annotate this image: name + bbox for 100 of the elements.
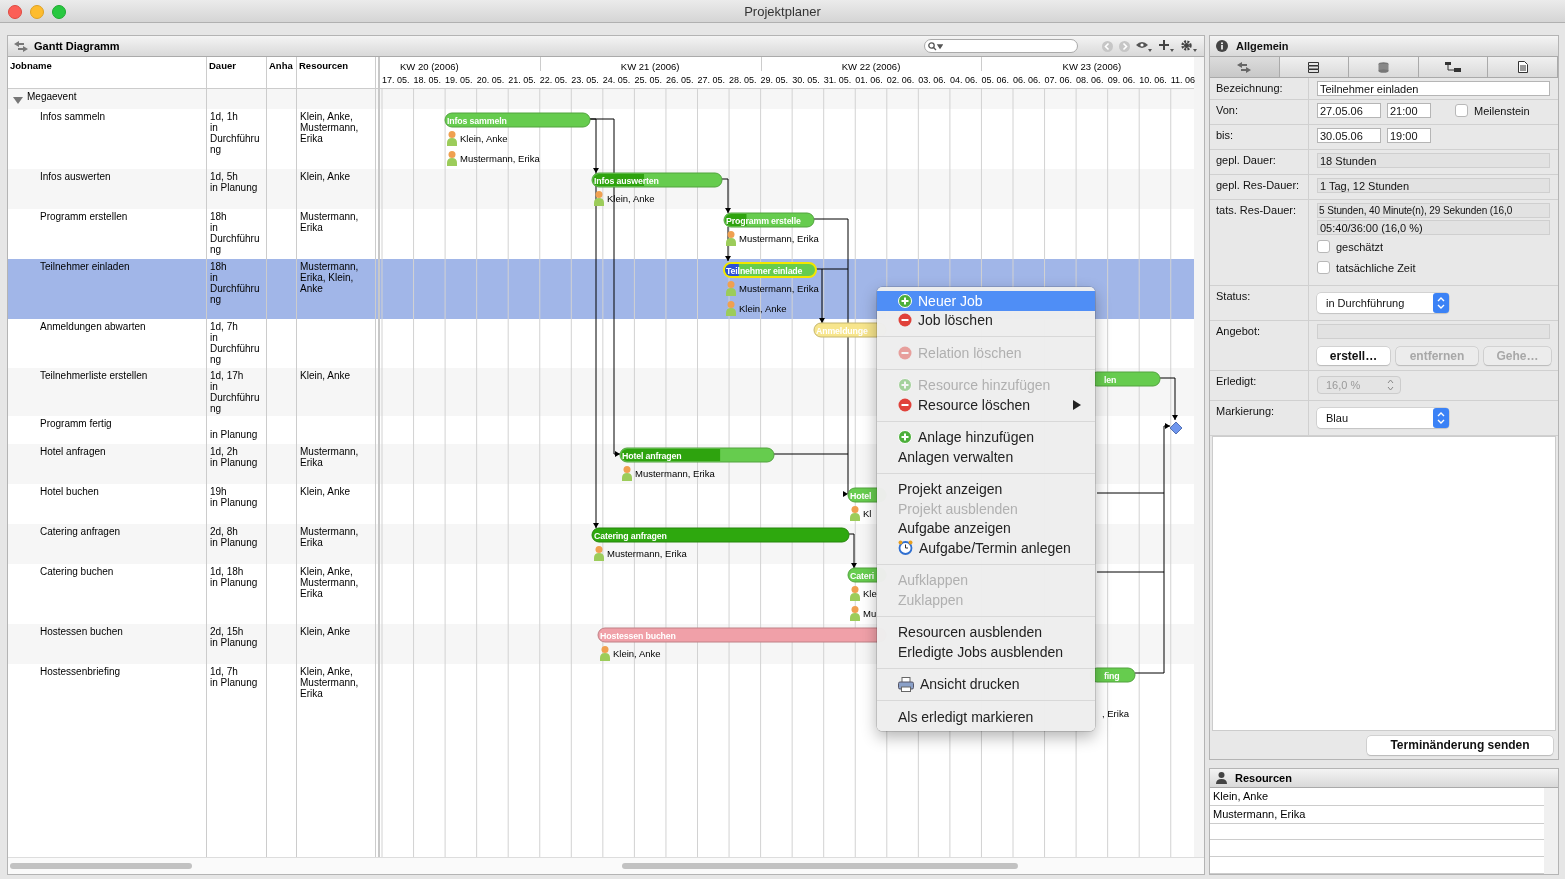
time-field[interactable]: 21:00 — [1387, 103, 1431, 118]
table-row[interactable]: Hostessen buchen 2d, 15h in Planung Klein, Anke — [8, 624, 378, 664]
job-name: Anmeldungen abwarten — [40, 321, 146, 332]
day-label: 03. 06. — [918, 75, 946, 85]
person-icon — [726, 281, 736, 296]
checkbox[interactable] — [1317, 261, 1330, 274]
group-name: Megaevent — [27, 91, 77, 102]
job-name: Programm fertig — [40, 418, 112, 429]
minimize-button[interactable] — [30, 5, 44, 19]
table-row[interactable]: Teilnehmerliste erstellen 1d, 17h in Durchführung Klein, Anke — [8, 368, 378, 416]
duration-text: 18h — [210, 261, 228, 272]
scrollbar-track[interactable] — [1194, 57, 1204, 857]
day-label: 10. 06. — [1139, 75, 1167, 85]
close-button[interactable] — [8, 5, 22, 19]
offer-button[interactable]: erstell… — [1317, 347, 1390, 365]
send-button[interactable]: Terminänderung senden — [1367, 735, 1553, 755]
resource-text: Mustermann, Erika — [300, 211, 359, 233]
resource-label: Mustermann, Erika — [739, 283, 819, 294]
person-icon — [850, 506, 860, 521]
menu-item[interactable]: Erledigte Jobs ausblenden — [877, 642, 1095, 662]
dependency-arrow — [725, 226, 731, 262]
date-field[interactable]: 27.05.06 — [1317, 103, 1381, 118]
duration-text: 2d, 15h — [210, 626, 245, 637]
panel-tab[interactable] — [1488, 57, 1558, 77]
field-label: gepl. Dauer: — [1216, 154, 1276, 166]
duration-text: 18h — [210, 211, 228, 222]
field-label: gepl. Res-Dauer: — [1216, 179, 1300, 191]
scrollbar-thumb[interactable] — [10, 863, 192, 869]
status-select[interactable]: in Durchführung — [1317, 293, 1449, 313]
person-icon — [726, 231, 736, 246]
forward-button[interactable] — [1119, 40, 1130, 52]
column-header[interactable]: Resourcen — [299, 60, 349, 71]
resource-text: Klein, Anke — [300, 626, 351, 637]
scrollbar-thumb[interactable] — [622, 863, 1018, 869]
swap-arrows-icon — [14, 40, 28, 52]
column-header[interactable]: Anha — [269, 60, 293, 71]
checkbox[interactable] — [1317, 240, 1330, 253]
status-text: in Planung — [210, 457, 259, 468]
resource-label: Klein, Anke — [460, 133, 508, 144]
resource-label: Mustermann, Erika — [460, 153, 540, 164]
column-header[interactable]: Jobname — [10, 60, 52, 71]
week-label: KW 23 (2006) — [1061, 61, 1123, 72]
table-row[interactable]: Hotel anfragen 1d, 2h in Planung Mustermann, Erika — [8, 444, 378, 484]
readonly-field: 05:40/36:00 (16,0 %) — [1317, 220, 1550, 235]
list-icon — [1308, 61, 1320, 73]
table-row[interactable]: Infos auswerten 1d, 5h in Planung Klein, Anke — [8, 169, 378, 209]
settings-icon[interactable] — [1181, 40, 1198, 52]
color-select[interactable]: Blau — [1317, 408, 1449, 428]
day-label: 28. 05. — [729, 75, 757, 85]
menu-item[interactable]: Aufgabe/Termin anlegen — [877, 538, 1095, 558]
menu-item[interactable]: Anlagen verwalten — [877, 447, 1095, 467]
search-icon — [928, 41, 943, 51]
job-name: Catering buchen — [40, 566, 114, 577]
date-field[interactable]: 30.05.06 — [1317, 128, 1381, 143]
time-field[interactable]: 19:00 — [1387, 128, 1431, 143]
column-header[interactable]: Dauer — [209, 60, 236, 71]
menu-item[interactable]: Anlage hinzufügen — [877, 427, 1095, 447]
status-text: in Planung — [210, 577, 259, 588]
table-row[interactable]: Catering anfragen 2d, 8h in Planung Mustermann, Erika — [8, 524, 378, 564]
week-label: KW 21 (2006) — [619, 61, 681, 72]
disclosure-triangle-icon[interactable] — [13, 95, 23, 105]
panel-title: Gantt Diagramm — [34, 40, 120, 52]
menu-item[interactable]: Resource löschen — [877, 395, 1095, 415]
zoom-button[interactable] — [52, 5, 66, 19]
status-text: in Planung — [210, 537, 259, 548]
person-icon — [594, 546, 604, 561]
resource-label: , Erika — [1102, 708, 1129, 719]
checkbox[interactable] — [1455, 104, 1468, 117]
day-label: 27. 05. — [697, 75, 726, 85]
swap-arrows-icon — [1237, 61, 1252, 73]
resource-label: Klein, Anke — [739, 303, 787, 314]
field-label: Markierung: — [1216, 405, 1275, 417]
duration-text: 1d, 5h — [210, 171, 239, 182]
panel-tab[interactable] — [1418, 57, 1489, 77]
document-icon — [1517, 61, 1528, 73]
alarm-clock-icon — [898, 540, 913, 556]
back-button[interactable] — [1102, 40, 1113, 52]
panel-tab[interactable] — [1279, 57, 1350, 77]
search-field[interactable] — [924, 39, 1078, 53]
day-label: 29. 05. — [760, 75, 789, 85]
person-icon — [850, 606, 860, 621]
menu-item[interactable]: Aufgabe anzeigen — [877, 518, 1095, 538]
text-field[interactable]: Teilnehmer einladen — [1317, 81, 1550, 96]
menu-item[interactable]: Als erledigt markieren — [877, 707, 1095, 727]
person-icon — [600, 646, 610, 661]
day-label: 25. 05. — [634, 75, 662, 85]
person-icon — [1216, 772, 1227, 784]
resource-text: Klein, Anke — [300, 370, 351, 381]
table-row[interactable]: Teilnehmer einladen 18h in Durchführung Mustermann, Erika, Klein, Anke — [8, 259, 378, 319]
job-name: Hotel anfragen — [40, 446, 106, 457]
field-label: bis: — [1216, 129, 1234, 141]
resource-label: Klein, Anke — [613, 648, 661, 659]
eye-icon[interactable] — [1136, 40, 1153, 52]
dependency-arrow — [848, 533, 857, 569]
milestone-icon[interactable] — [1169, 421, 1183, 435]
status-text: in Planung — [210, 497, 259, 508]
hierarchy-icon — [1444, 61, 1462, 73]
add-icon[interactable] — [1159, 40, 1175, 52]
resource-item[interactable]: Klein, Anke — [1210, 788, 1544, 806]
day-label: 20. 05. — [476, 75, 505, 85]
